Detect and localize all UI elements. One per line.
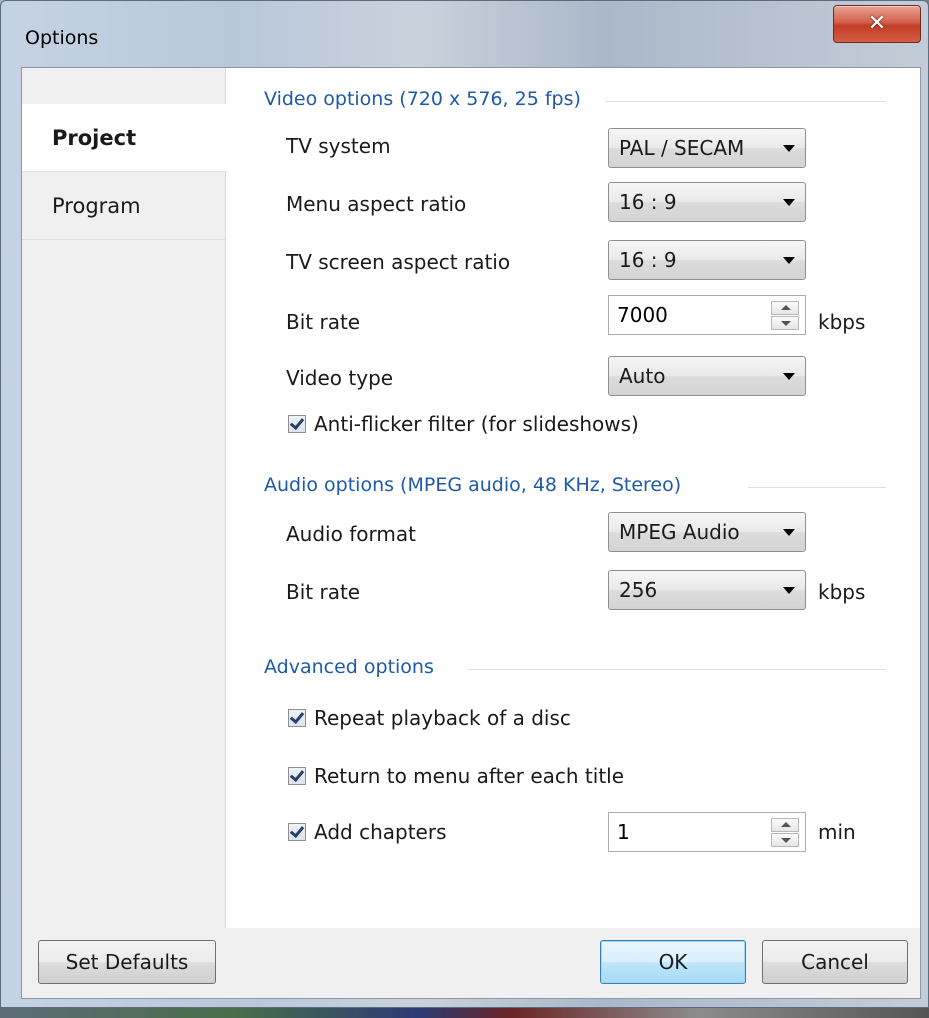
video-options-heading: Video options (720 x 576, 25 fps) bbox=[264, 88, 581, 110]
chapters-interval-spinner[interactable] bbox=[608, 812, 806, 852]
video-bitrate-spinner[interactable] bbox=[608, 295, 806, 335]
set-defaults-button[interactable]: Set Defaults bbox=[38, 940, 216, 984]
antiflicker-label: Anti-flicker filter (for slideshows) bbox=[314, 412, 639, 436]
tv-system-select[interactable]: PAL / SECAM bbox=[608, 128, 806, 168]
close-icon: ✕ bbox=[867, 11, 887, 36]
audio-format-label: Audio format bbox=[286, 522, 416, 546]
chevron-down-icon bbox=[783, 373, 795, 380]
close-button[interactable]: ✕ bbox=[833, 5, 921, 43]
tv-aspect-value: 16 : 9 bbox=[619, 248, 677, 272]
return-menu-checkbox[interactable]: Return to menu after each title bbox=[288, 764, 624, 788]
repeat-playback-label: Repeat playback of a disc bbox=[314, 706, 571, 730]
audio-format-select[interactable]: MPEG Audio bbox=[608, 512, 806, 552]
tv-aspect-label: TV screen aspect ratio bbox=[286, 250, 511, 274]
dialog-footer: Set Defaults OK Cancel bbox=[22, 928, 920, 998]
repeat-playback-checkbox[interactable]: Repeat playback of a disc bbox=[288, 706, 571, 730]
audio-bitrate-select[interactable]: 256 bbox=[608, 570, 806, 610]
menu-aspect-label: Menu aspect ratio bbox=[286, 192, 467, 216]
audio-bitrate-label: Bit rate bbox=[286, 580, 361, 604]
checkbox-checked-icon bbox=[288, 709, 306, 727]
options-dialog: Options ✕ Project Program Video options … bbox=[0, 0, 929, 1008]
spin-up-button[interactable] bbox=[771, 818, 799, 832]
chevron-down-icon bbox=[783, 199, 795, 206]
checkbox-checked-icon bbox=[288, 415, 306, 433]
tab-sidebar: Project Program bbox=[22, 68, 227, 928]
chevron-down-icon bbox=[783, 529, 795, 536]
spinner-buttons bbox=[771, 818, 799, 848]
audio-format-value: MPEG Audio bbox=[619, 520, 740, 544]
title-bar[interactable]: Options ✕ bbox=[1, 1, 928, 67]
chapters-interval-unit: min bbox=[818, 820, 856, 844]
audio-bitrate-unit: kbps bbox=[818, 580, 866, 604]
checkbox-checked-icon bbox=[288, 823, 306, 841]
menu-aspect-value: 16 : 9 bbox=[619, 190, 677, 214]
video-type-value: Auto bbox=[619, 364, 666, 388]
tab-project[interactable]: Project bbox=[22, 104, 227, 172]
add-chapters-label: Add chapters bbox=[314, 820, 447, 844]
ok-button[interactable]: OK bbox=[600, 940, 746, 984]
chevron-down-icon bbox=[783, 257, 795, 264]
video-bitrate-unit: kbps bbox=[818, 310, 866, 334]
tv-system-label: TV system bbox=[286, 134, 391, 158]
spin-down-button[interactable] bbox=[771, 833, 799, 847]
tv-system-value: PAL / SECAM bbox=[619, 136, 745, 160]
tv-aspect-select[interactable]: 16 : 9 bbox=[608, 240, 806, 280]
spin-down-button[interactable] bbox=[771, 316, 799, 330]
section-divider bbox=[748, 487, 886, 488]
video-type-label: Video type bbox=[286, 366, 394, 390]
section-divider bbox=[606, 101, 886, 102]
video-bitrate-input[interactable] bbox=[617, 303, 757, 327]
window-title: Options bbox=[25, 27, 99, 49]
chapters-interval-input[interactable] bbox=[617, 820, 757, 844]
video-type-select[interactable]: Auto bbox=[608, 356, 806, 396]
audio-bitrate-value: 256 bbox=[619, 578, 658, 602]
advanced-options-heading: Advanced options bbox=[264, 656, 434, 678]
project-settings-panel: Video options (720 x 576, 25 fps) TV sys… bbox=[226, 68, 920, 928]
audio-options-heading: Audio options (MPEG audio, 48 KHz, Stere… bbox=[264, 474, 682, 496]
spinner-buttons bbox=[771, 301, 799, 331]
antiflicker-checkbox[interactable]: Anti-flicker filter (for slideshows) bbox=[288, 412, 639, 436]
return-menu-label: Return to menu after each title bbox=[314, 764, 625, 788]
checkbox-checked-icon bbox=[288, 767, 306, 785]
chevron-down-icon bbox=[783, 587, 795, 594]
chevron-down-icon bbox=[783, 145, 795, 152]
tab-program[interactable]: Program bbox=[22, 172, 226, 240]
spin-up-button[interactable] bbox=[771, 301, 799, 315]
add-chapters-checkbox[interactable]: Add chapters bbox=[288, 820, 447, 844]
menu-aspect-select[interactable]: 16 : 9 bbox=[608, 182, 806, 222]
section-divider bbox=[468, 669, 886, 670]
video-bitrate-label: Bit rate bbox=[286, 310, 361, 334]
dialog-client-area: Project Program Video options (720 x 576… bbox=[21, 67, 921, 999]
cancel-button[interactable]: Cancel bbox=[762, 940, 908, 984]
